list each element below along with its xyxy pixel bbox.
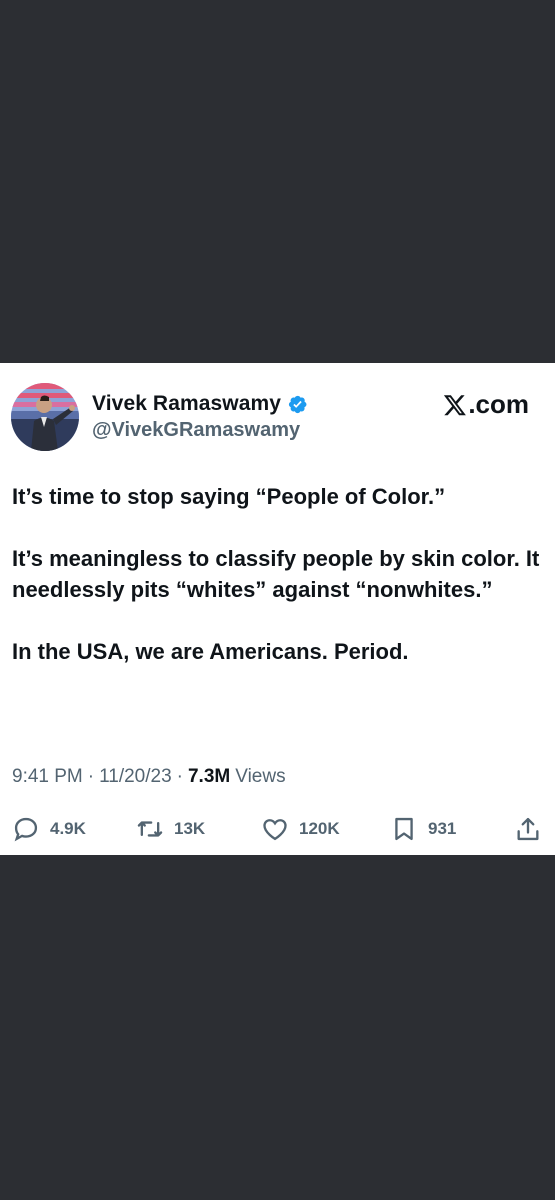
- repost-icon: [137, 821, 163, 837]
- share-button[interactable]: [514, 814, 542, 844]
- bookmark-count: 931: [428, 819, 457, 838]
- separator-dot: ·: [176, 766, 183, 787]
- author-handle[interactable]: @VivekGRamaswamy: [92, 419, 300, 442]
- bookmark-icon: [395, 817, 413, 841]
- tweet-text: It’s time to stop saying “People of Colo…: [12, 481, 542, 698]
- avatar[interactable]: [11, 383, 79, 451]
- share-icon: [517, 817, 539, 841]
- brand: .com: [443, 389, 529, 420]
- display-name[interactable]: Vivek Ramaswamy: [92, 392, 281, 416]
- tweet-meta: 9:41 PM · 11/20/23 · 7.3M Views: [12, 766, 286, 788]
- like-count: 120K: [299, 819, 340, 838]
- verified-badge-icon: [287, 394, 308, 415]
- views-count: 7.3M: [187, 766, 231, 787]
- x-logo-icon: [444, 394, 467, 415]
- separator-dot: ·: [87, 766, 95, 787]
- reply-button[interactable]: 4.9K: [12, 814, 86, 844]
- tweet-paragraph: It’s time to stop saying “People of Colo…: [12, 484, 446, 509]
- tweet-date[interactable]: 11/20/23: [99, 766, 172, 788]
- like-button[interactable]: 120K: [261, 814, 340, 844]
- tweet-paragraph: It’s meaningless to classify people by s…: [12, 546, 540, 602]
- tweet-time[interactable]: 9:41 PM: [12, 766, 83, 788]
- repost-button[interactable]: 13K: [136, 814, 205, 844]
- author-name-row: Vivek Ramaswamy: [92, 390, 308, 418]
- tweet-card: Vivek Ramaswamy @VivekGRamaswamy .com It…: [0, 363, 555, 855]
- heart-icon: [263, 819, 287, 841]
- brand-label: .com: [468, 389, 529, 419]
- reply-count: 4.9K: [50, 819, 86, 838]
- action-bar: 4.9K 13K 120K 931: [12, 814, 542, 844]
- reply-icon: [14, 817, 38, 842]
- tweet-paragraph: In the USA, we are Americans. Period.: [12, 639, 409, 664]
- repost-count: 13K: [174, 819, 206, 838]
- views-label: Views: [235, 766, 286, 787]
- bookmark-button[interactable]: 931: [390, 814, 456, 844]
